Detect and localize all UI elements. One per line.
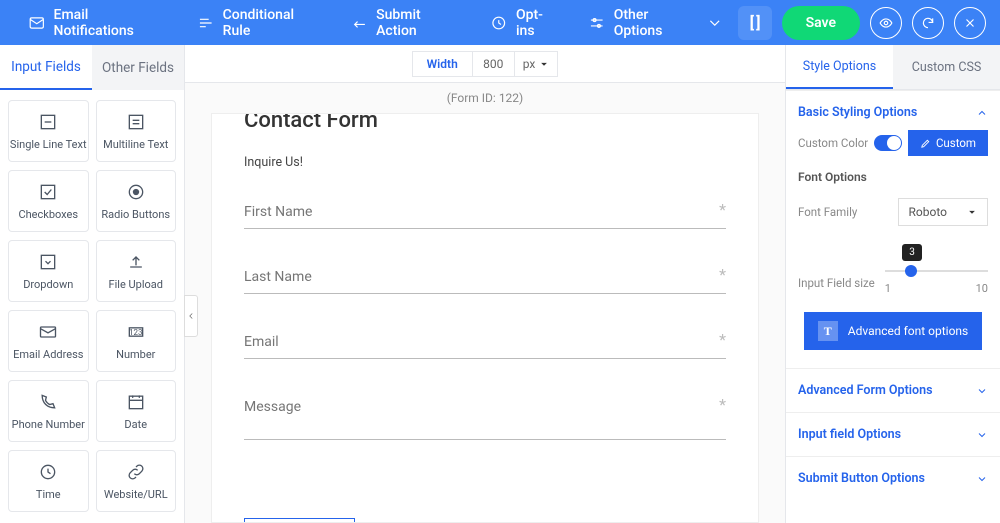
slider-thumb[interactable] <box>905 265 917 277</box>
field-time[interactable]: Time <box>8 450 89 512</box>
caret-down-icon <box>539 59 549 69</box>
email-notifications-menu[interactable]: Email Notifications <box>14 0 183 45</box>
eye-icon <box>879 16 893 30</box>
fields-grid[interactable]: Single Line Text Multiline Text Checkbox… <box>0 90 184 523</box>
font-family-select[interactable]: Roboto <box>898 198 988 226</box>
submit-icon <box>351 14 369 32</box>
field-date[interactable]: Date <box>96 380 177 442</box>
first-name-field[interactable] <box>244 200 726 229</box>
section-submit-button-options[interactable]: Submit Button Options <box>786 456 1000 500</box>
section-advanced-form[interactable]: Advanced Form Options <box>786 368 1000 412</box>
upload-icon <box>126 252 146 272</box>
required-icon: * <box>719 265 726 284</box>
shortcode-button[interactable]: [ ] <box>738 6 772 40</box>
conditional-icon <box>197 14 215 32</box>
width-input[interactable] <box>473 51 515 77</box>
section-input-field-options[interactable]: Input field Options <box>786 412 1000 456</box>
submit-action-menu[interactable]: Submit Action <box>337 0 477 45</box>
text-icon <box>38 112 58 132</box>
right-panel: Style Options Custom CSS Basic Styling O… <box>785 45 1000 523</box>
custom-color-toggle[interactable] <box>874 135 902 151</box>
chevron-down-icon <box>706 14 724 32</box>
label: Other Options <box>614 7 698 39</box>
refresh-icon <box>921 16 935 30</box>
text-t-icon: T <box>818 321 838 341</box>
close-button[interactable] <box>954 7 986 39</box>
left-panel: Input Fields Other Fields Single Line Te… <box>0 45 185 523</box>
label: Opt-ins <box>516 7 560 39</box>
width-unit-select[interactable]: px <box>515 51 559 77</box>
chevron-up-icon <box>976 107 988 119</box>
label: Submit Action <box>376 7 462 39</box>
label: Email Notifications <box>54 7 170 39</box>
calendar-icon <box>126 392 146 412</box>
optins-menu[interactable]: Opt-ins <box>476 0 574 45</box>
form-title[interactable]: Contact Form <box>244 113 726 133</box>
chevron-down-icon <box>976 385 988 397</box>
advanced-font-options-button[interactable]: TAdvanced font options <box>804 312 983 350</box>
field-multiline-text[interactable]: Multiline Text <box>96 100 177 162</box>
email-field[interactable] <box>244 330 726 359</box>
field-checkboxes[interactable]: Checkboxes <box>8 170 89 232</box>
tab-other-fields[interactable]: Other Fields <box>92 45 184 90</box>
form-id-label: (Form ID: 122) <box>185 83 785 113</box>
label: Conditional Rule <box>223 7 323 39</box>
caret-down-icon <box>967 207 977 217</box>
field-phone[interactable]: Phone Number <box>8 380 89 442</box>
form-subtitle[interactable]: Inquire Us! <box>244 155 726 170</box>
required-icon: * <box>719 200 726 219</box>
other-options-menu[interactable]: Other Options <box>574 0 737 45</box>
collapse-left-handle[interactable] <box>184 295 198 337</box>
close-icon <box>963 16 977 30</box>
radio-icon <box>126 182 146 202</box>
custom-color-label: Custom Color <box>798 136 868 150</box>
input-size-label: Input Field size <box>798 276 875 290</box>
custom-color-button[interactable]: Custom <box>908 130 988 156</box>
input-size-slider[interactable]: 3 110 <box>885 250 988 290</box>
multiline-icon <box>126 112 146 132</box>
canvas-area: Width px (Form ID: 122) Contact Form Inq… <box>185 45 785 523</box>
tab-input-fields[interactable]: Input Fields <box>0 45 92 90</box>
field-email[interactable]: Email Address <box>8 310 89 372</box>
field-radio-buttons[interactable]: Radio Buttons <box>96 170 177 232</box>
submit-button[interactable]: Submit <box>244 518 355 523</box>
last-name-field[interactable] <box>244 265 726 294</box>
message-field[interactable] <box>244 395 726 440</box>
checkbox-icon <box>38 182 58 202</box>
phone-icon <box>38 392 58 412</box>
tab-custom-css[interactable]: Custom CSS <box>893 45 1000 89</box>
font-options-heading: Font Options <box>798 170 988 184</box>
clock-icon <box>38 462 58 482</box>
dropdown-icon <box>38 252 58 272</box>
required-icon: * <box>719 330 726 349</box>
chevron-down-icon <box>976 473 988 485</box>
top-toolbar: Email Notifications Conditional Rule Sub… <box>0 0 1000 45</box>
field-dropdown[interactable]: Dropdown <box>8 240 89 302</box>
mail-icon <box>38 322 58 342</box>
field-number[interactable]: 123Number <box>96 310 177 372</box>
field-file-upload[interactable]: File Upload <box>96 240 177 302</box>
mail-icon <box>28 14 46 32</box>
refresh-button[interactable] <box>912 7 944 39</box>
conditional-rule-menu[interactable]: Conditional Rule <box>183 0 336 45</box>
form-canvas[interactable]: Contact Form Inquire Us! * * * * Submit <box>211 113 759 523</box>
field-single-line-text[interactable]: Single Line Text <box>8 100 89 162</box>
section-basic-styling[interactable]: Basic Styling Options <box>786 90 1000 134</box>
chevron-down-icon <box>976 429 988 441</box>
required-icon: * <box>719 395 726 414</box>
tab-style-options[interactable]: Style Options <box>786 45 893 89</box>
pencil-icon <box>920 138 931 149</box>
chevron-left-icon <box>186 311 196 321</box>
font-family-label: Font Family <box>798 205 857 219</box>
field-url[interactable]: Website/URL <box>96 450 177 512</box>
slider-value-badge: 3 <box>902 244 922 261</box>
save-button[interactable]: Save <box>782 6 860 40</box>
width-label: Width <box>412 51 473 77</box>
optins-icon <box>490 14 508 32</box>
preview-button[interactable] <box>870 7 902 39</box>
sliders-icon <box>588 14 606 32</box>
link-icon <box>126 462 146 482</box>
